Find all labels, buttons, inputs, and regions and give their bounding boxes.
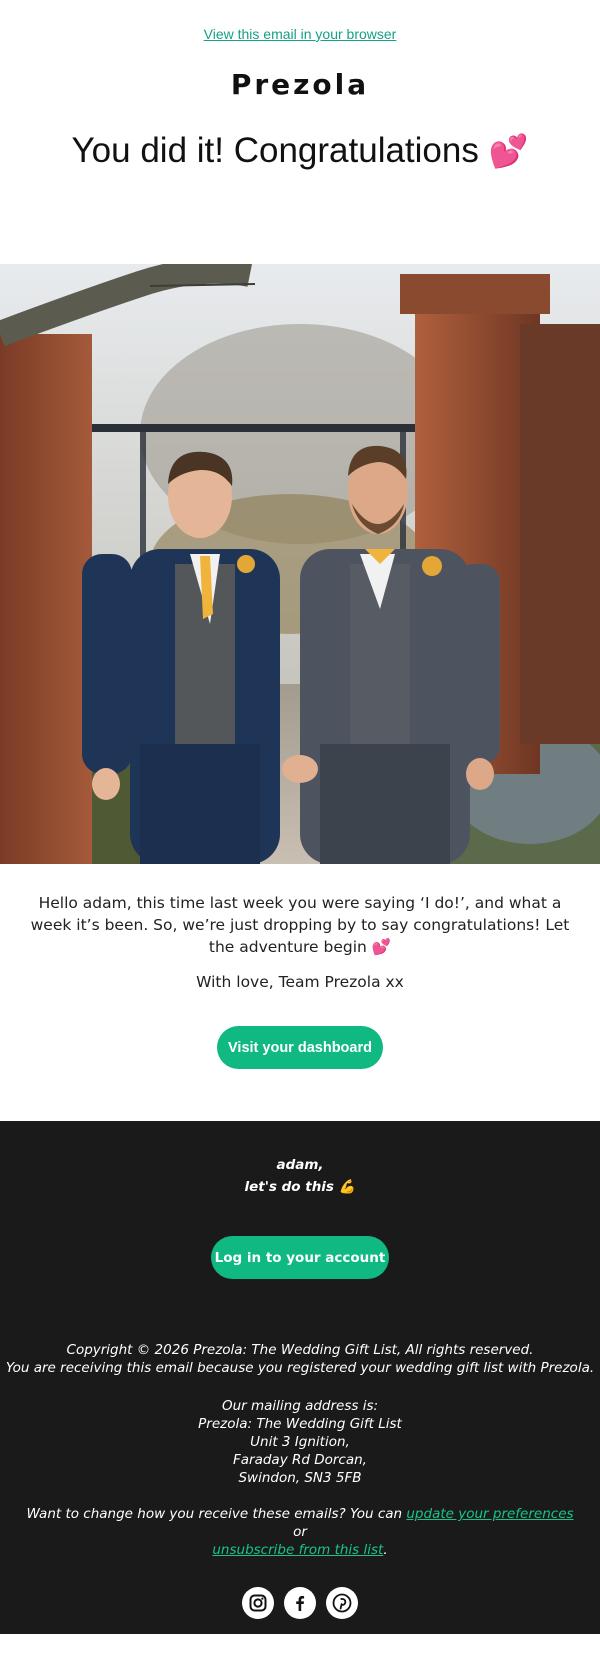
unsubscribe-link[interactable]: unsubscribe from this list: [212, 1542, 383, 1558]
heart-emoji-icon: 💕: [488, 133, 529, 169]
social-links: [0, 1587, 600, 1619]
receiving-reason-line: You are receiving this email because you…: [5, 1360, 595, 1376]
address-line: Prezola: The Wedding Gift List: [198, 1416, 402, 1432]
prezola-logo[interactable]: Prezola: [0, 68, 600, 101]
page-title: You did it! Congratulations 💕: [0, 129, 600, 189]
greeting-tagline: let's do this 💪: [244, 1179, 356, 1195]
copyright-line: Copyright © 2026 Prezola: The Wedding Gi…: [66, 1342, 534, 1358]
mailing-heading: Our mailing address is:: [221, 1398, 379, 1414]
signoff-text: With love, Team Prezola xx: [196, 973, 404, 991]
address-line: Faraday Rd Dorcan,: [233, 1452, 367, 1468]
address-line: Unit 3 Ignition,: [250, 1434, 350, 1450]
message-body: Hello adam, this time last week you were…: [30, 894, 570, 956]
copyright-block: Copyright © 2026 Prezola: The Wedding Gi…: [0, 1341, 600, 1377]
update-preferences-link[interactable]: update your preferences: [406, 1506, 573, 1522]
facebook-icon[interactable]: [284, 1587, 316, 1619]
prefs-text: Want to change how you receive these ema…: [26, 1506, 407, 1522]
login-button[interactable]: Log in to your account: [211, 1236, 389, 1279]
greeting-name: adam,: [276, 1157, 324, 1173]
pinterest-icon[interactable]: [326, 1587, 358, 1619]
mailing-address-block: Our mailing address is: Prezola: The Wed…: [0, 1397, 600, 1487]
instagram-icon[interactable]: [242, 1587, 274, 1619]
address-line: Swindon, SN3 5FB: [238, 1470, 362, 1486]
prefs-text: or: [293, 1524, 307, 1540]
hero-photo: [0, 264, 600, 864]
footer-greeting: adam, let's do this 💪: [0, 1154, 600, 1198]
prefs-text: .: [383, 1542, 388, 1558]
headline-text: You did it! Congratulations: [71, 131, 479, 170]
email-container: View this email in your browser Prezola …: [0, 26, 600, 1634]
view-in-browser-link[interactable]: View this email in your browser: [0, 26, 600, 42]
visit-dashboard-button[interactable]: Visit your dashboard: [217, 1026, 383, 1069]
footer: adam, let's do this 💪 Log in to your acc…: [0, 1121, 600, 1634]
preferences-text: Want to change how you receive these ema…: [20, 1505, 580, 1559]
